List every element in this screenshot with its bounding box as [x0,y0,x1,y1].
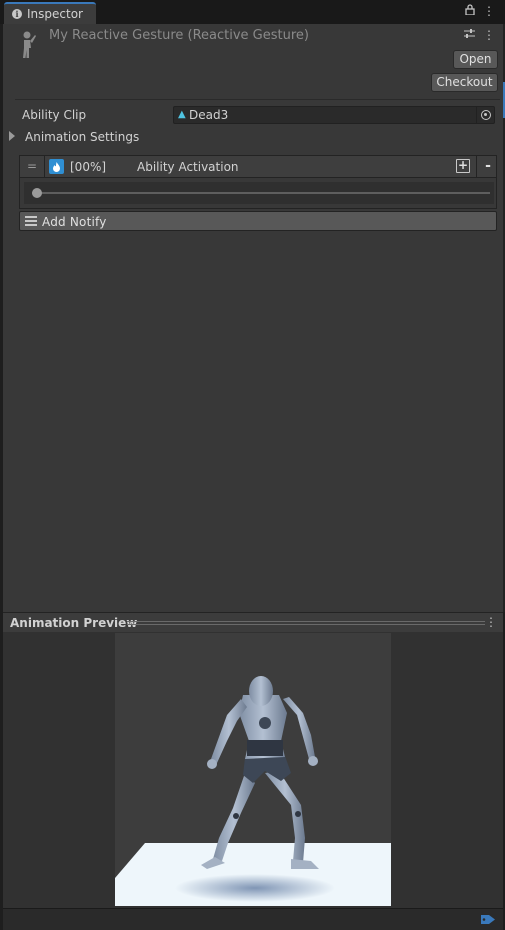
animation-settings-label: Animation Settings [25,130,140,144]
asset-title: My Reactive Gesture (Reactive Gesture) [49,28,309,43]
add-notify-label: Add Notify [42,215,107,229]
ability-activation-box: = [00%] Ability Activation + - [19,155,497,209]
open-button[interactable]: Open [453,50,498,69]
lock-icon[interactable] [465,4,475,18]
preview-footer [3,908,503,930]
ability-clip-value: Dead3 [189,108,229,122]
preview-viewport[interactable] [115,633,391,906]
add-notify-button[interactable]: Add Notify [19,211,497,231]
target-icon [480,110,491,120]
tab-inspector[interactable]: i Inspector [4,2,96,24]
animation-preview-area [3,632,503,908]
character-preview [115,676,391,906]
slider-track[interactable] [32,192,490,194]
info-icon: i [12,9,22,19]
drag-handle-icon[interactable]: = [27,159,37,173]
activation-percent: [00%] [70,160,107,174]
tab-label: Inspector [27,7,83,21]
tag-icon[interactable] [481,914,495,925]
menu-icon [25,216,37,226]
flame-icon [49,159,64,174]
activation-slider[interactable] [24,182,494,204]
animation-preview-header: Animation Preview ⋮ [3,612,503,632]
animation-clip-icon: ▲ [178,109,186,120]
animation-preview-title: Animation Preview [10,616,138,630]
gesture-character-icon [17,30,39,60]
activation-name: Ability Activation [137,160,239,174]
add-button[interactable]: + [456,159,470,173]
activation-header: = [00%] Ability Activation + - [20,156,496,178]
foldout-arrow-icon[interactable] [9,131,15,141]
tab-bar: i Inspector ⋮ [0,0,505,24]
settings-sliders-icon[interactable] [464,28,475,42]
kebab-menu-icon[interactable]: ⋮ [483,28,495,42]
remove-button[interactable]: - [480,158,496,176]
slider-thumb[interactable] [32,188,42,198]
ability-clip-label: Ability Clip [22,108,87,122]
inspector-panel: My Reactive Gesture (Reactive Gesture) ⋮… [3,24,503,612]
animation-settings-foldout[interactable]: Animation Settings [9,128,497,146]
divider [15,99,500,100]
character-shadow [175,874,335,902]
checkout-button[interactable]: Checkout [431,73,498,92]
ability-clip-row: Ability Clip ▲ Dead3 [19,104,497,126]
ability-clip-field[interactable]: ▲ Dead3 [173,106,495,124]
kebab-menu-icon[interactable]: ⋮ [485,615,497,629]
object-picker-button[interactable] [476,107,494,123]
kebab-menu-icon[interactable]: ⋮ [483,4,495,18]
